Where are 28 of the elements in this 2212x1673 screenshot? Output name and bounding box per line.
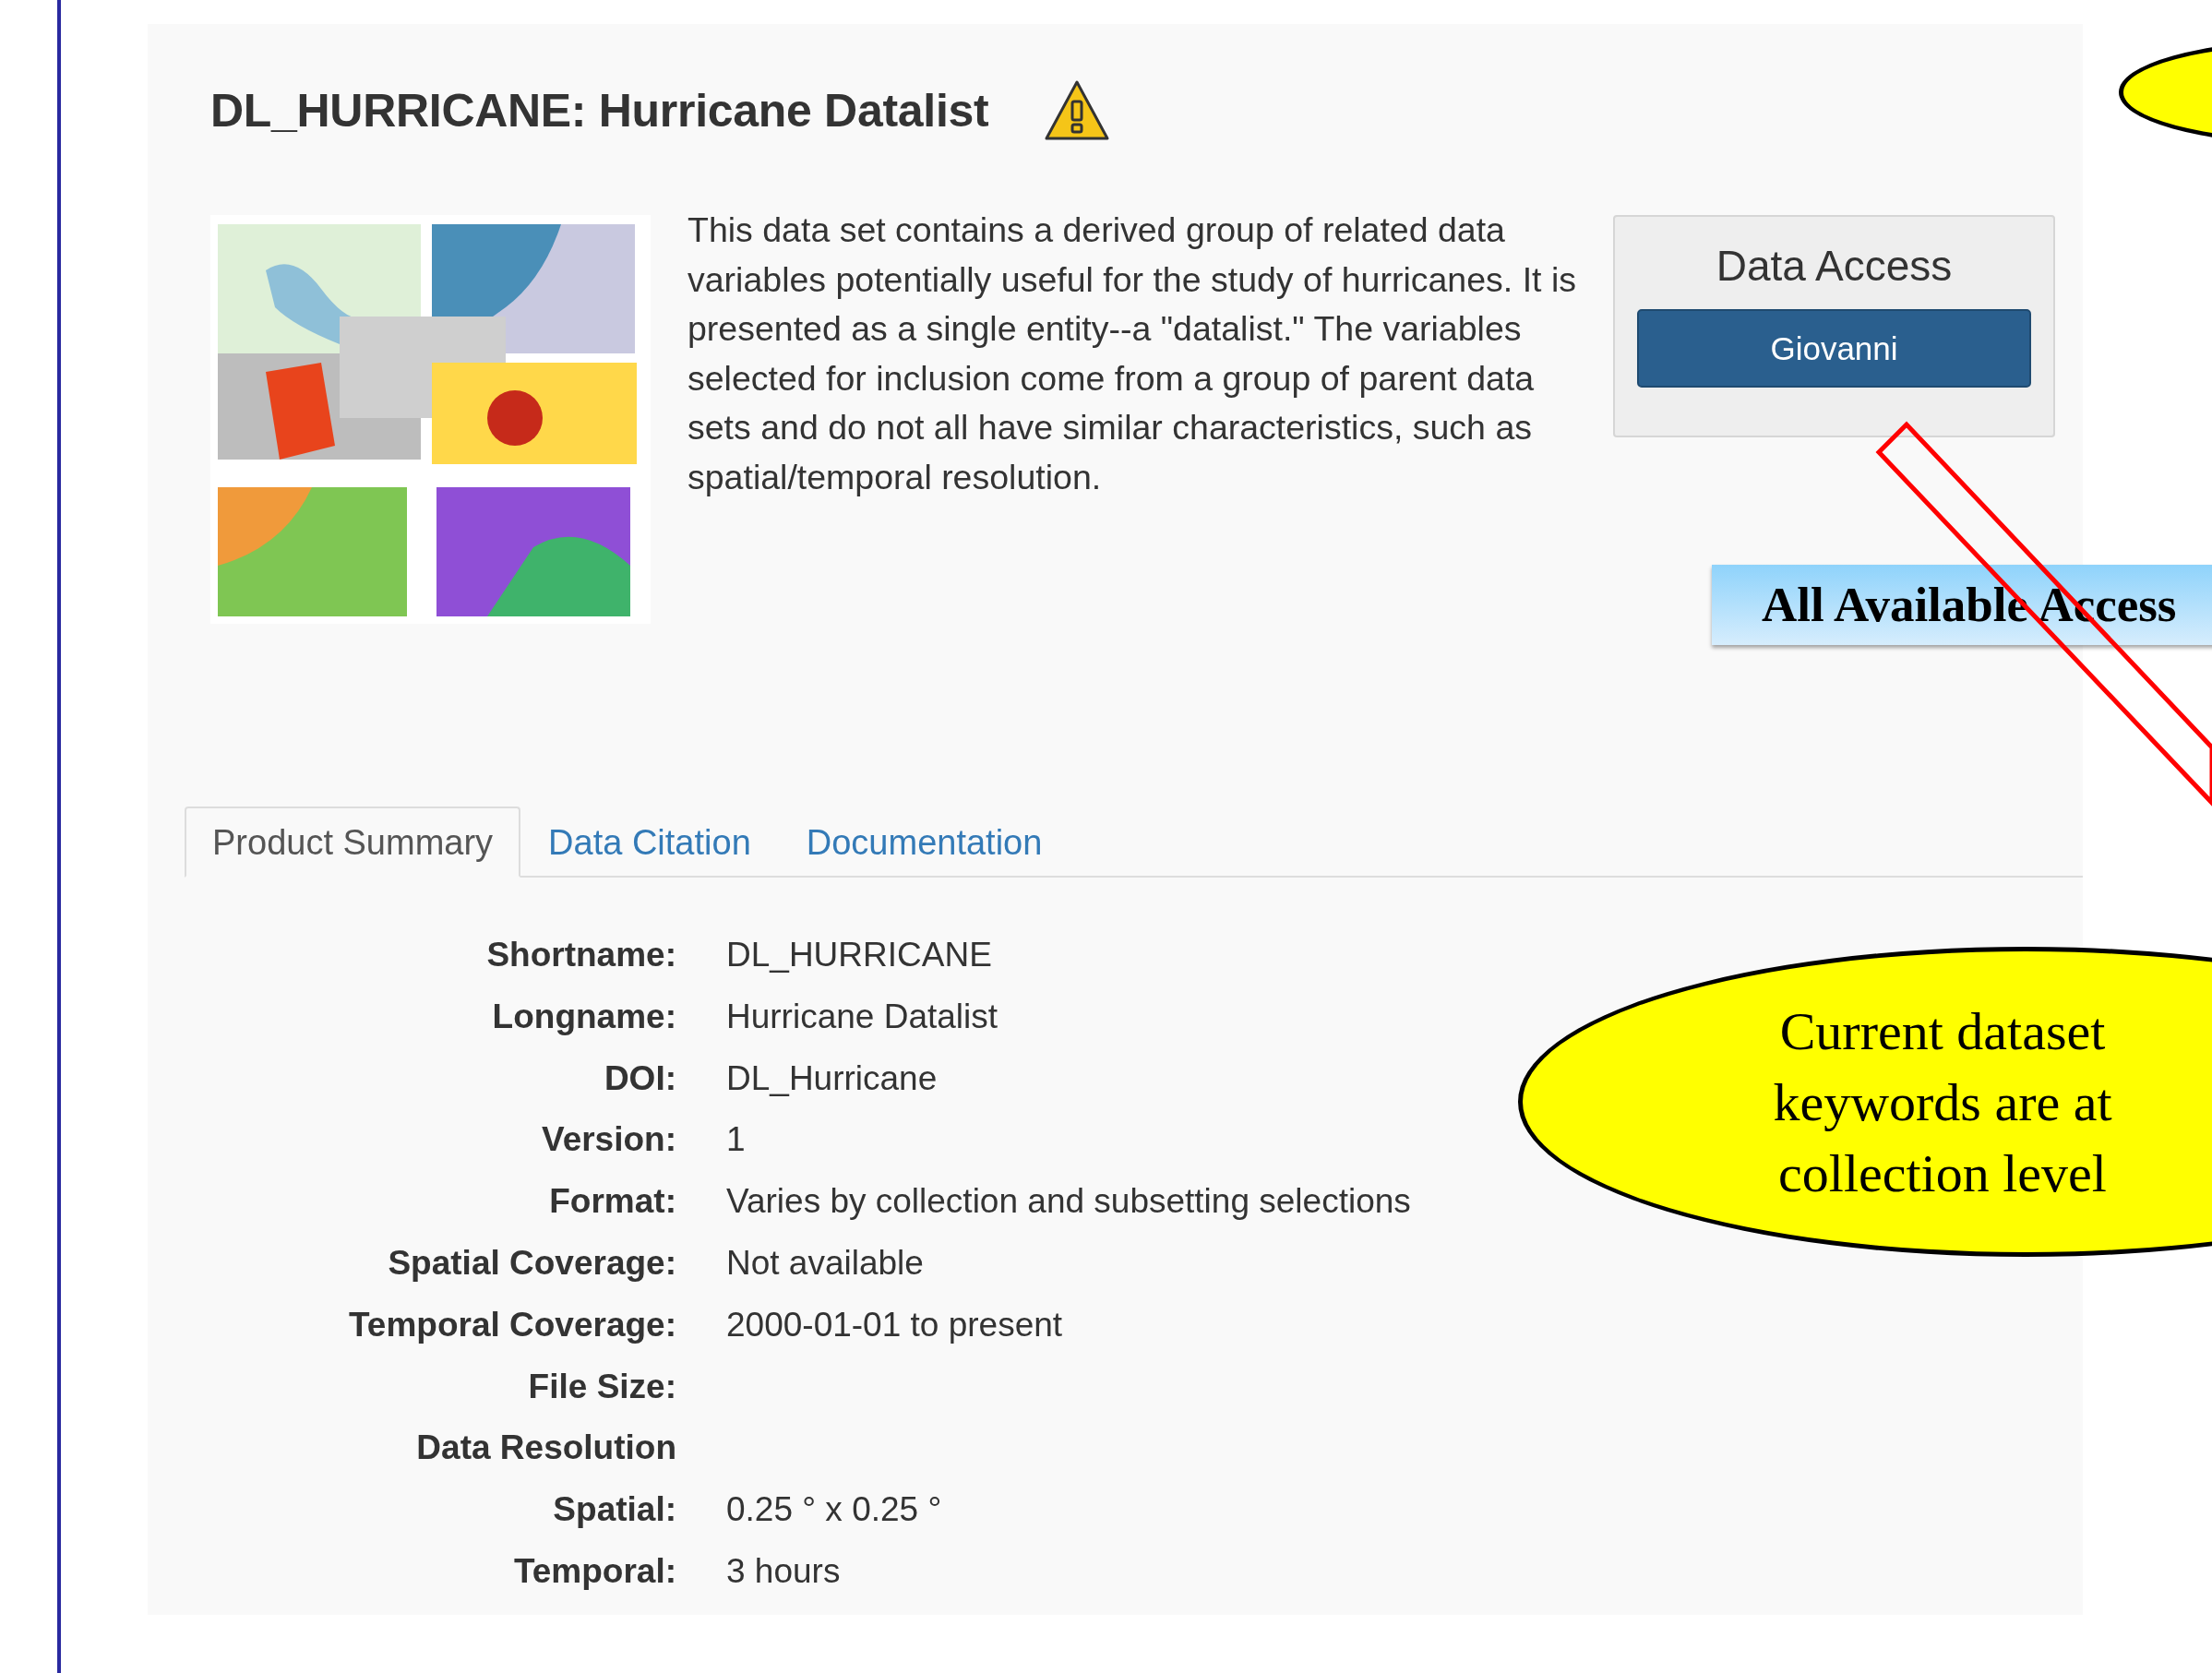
dataset-description: This data set contains a derived group of related data variables potentially useful for the study of hurricanes. It is presented as a single entity--a "datalist." The variables selected for inclusion come from a group of parent data sets and do not all have similar characteristics, such as spatial/temporal resolution. — [688, 209, 1577, 498]
warning-icon — [1044, 79, 1111, 142]
dataset-title: DL_HURRICANE: Hurricane Datalist — [210, 84, 989, 137]
field-label: Longname: — [491, 996, 676, 1037]
field-value: 0.25 ° x 0.25 ° — [726, 1489, 942, 1531]
field-label: Spatial Coverage: — [387, 1243, 676, 1284]
field-value: Not available — [726, 1243, 924, 1284]
field-label: Format: — [548, 1181, 676, 1223]
tab[interactable]: Documentation — [778, 807, 1070, 878]
field-value: Varies by collection and subsetting selections — [726, 1181, 1411, 1223]
field-value: 1 — [726, 1119, 746, 1161]
field-label: DOI: — [603, 1058, 676, 1099]
field-label: File Size: — [527, 1366, 676, 1407]
tab[interactable]: Data Citation — [520, 807, 779, 878]
data-access-heading: Data Access — [1716, 241, 1953, 291]
field-label: Version: — [541, 1119, 676, 1161]
field-label: Temporal: — [512, 1550, 676, 1592]
field-label: Shortname: — [485, 935, 676, 975]
field-label: Spatial: — [552, 1489, 676, 1531]
field-label: Data Resolution — [415, 1428, 676, 1469]
giovanni-button[interactable]: Giovanni — [1637, 309, 2031, 388]
field-value: Hurricane Datalist — [726, 996, 998, 1037]
field-value: 3 hours — [726, 1550, 841, 1592]
field-value: DL_Hurricane — [726, 1058, 938, 1099]
field-label: Temporal Coverage: — [347, 1304, 676, 1345]
field-value: 2000-01-01 to present — [726, 1304, 1063, 1345]
field-value: DL_HURRICANE — [726, 935, 992, 975]
tab[interactable]: Product Summary — [185, 807, 521, 878]
